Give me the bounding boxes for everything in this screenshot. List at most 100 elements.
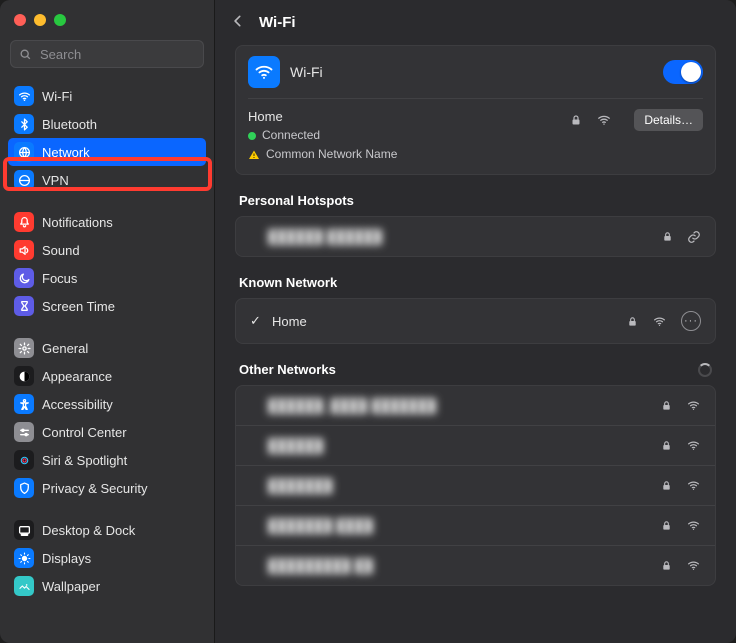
wifi-toggle[interactable] — [663, 60, 703, 84]
main-pane: Wi-Fi Wi-Fi Home — [215, 0, 736, 643]
sidebar-item-network[interactable]: Network — [8, 138, 206, 166]
display-icon — [14, 548, 34, 568]
lock-icon — [661, 479, 672, 492]
other-network-row[interactable]: ██████_████-███████ — [236, 386, 715, 425]
gear-icon — [14, 338, 34, 358]
personal-hotspots-panel: ██████ ██████ — [235, 216, 716, 257]
hotspot-link-icon — [687, 230, 701, 244]
sidebar-item-accessibility[interactable]: Accessibility — [8, 390, 206, 418]
main-header: Wi-Fi — [215, 0, 736, 39]
other-network-row[interactable]: ██████ — [236, 425, 715, 465]
sidebar-item-wallpaper[interactable]: Wallpaper — [8, 572, 206, 600]
sidebar-item-general[interactable]: General — [8, 334, 206, 362]
lock-icon — [661, 519, 672, 532]
page-title: Wi-Fi — [259, 14, 296, 31]
sidebar-item-label: Control Center — [42, 425, 127, 440]
sidebar-item-screen-time[interactable]: Screen Time — [8, 292, 206, 320]
sidebar-item-label: Notifications — [42, 215, 113, 230]
minimize-window-button[interactable] — [34, 14, 46, 26]
hand-icon — [14, 478, 34, 498]
close-window-button[interactable] — [14, 14, 26, 26]
sidebar-item-desktop-dock[interactable]: Desktop & Dock — [8, 516, 206, 544]
status-dot-icon — [248, 132, 256, 140]
network-name: ███████ ████ — [250, 518, 651, 533]
sidebar-item-appearance[interactable]: Appearance — [8, 362, 206, 390]
appear-icon — [14, 366, 34, 386]
content-scroll[interactable]: Wi-Fi Home Connected — [215, 39, 736, 643]
bt-icon — [14, 114, 34, 134]
globe-icon — [14, 142, 34, 162]
more-options-button[interactable]: ··· — [681, 311, 701, 331]
checkmark-icon: ✓ — [250, 313, 262, 329]
sidebar-item-siri-spotlight[interactable]: Siri & Spotlight — [8, 446, 206, 474]
wifi-signal-icon — [596, 113, 612, 127]
siri-icon — [14, 450, 34, 470]
known-network-row[interactable]: ✓ Home ··· — [236, 299, 715, 343]
network-name: Home — [272, 314, 617, 329]
sidebar-item-label: VPN — [42, 173, 69, 188]
window-controls — [0, 10, 214, 40]
loading-spinner-icon — [698, 363, 712, 377]
access-icon — [14, 394, 34, 414]
lock-icon — [627, 315, 638, 328]
sidebar-item-displays[interactable]: Displays — [8, 544, 206, 572]
connection-status: Connected — [248, 126, 570, 145]
search-icon — [19, 48, 32, 61]
sidebar-item-privacy-security[interactable]: Privacy & Security — [8, 474, 206, 502]
sidebar-item-label: Network — [42, 145, 90, 160]
sidebar-item-wi-fi[interactable]: Wi-Fi — [8, 82, 206, 110]
wifi-signal-icon — [686, 519, 701, 532]
details-button[interactable]: Details… — [634, 109, 703, 131]
sidebar-item-label: Siri & Spotlight — [42, 453, 127, 468]
cc-icon — [14, 422, 34, 442]
sidebar-item-sound[interactable]: Sound — [8, 236, 206, 264]
wifi-signal-icon — [686, 399, 701, 412]
sidebar-item-label: Bluetooth — [42, 117, 97, 132]
sidebar-item-control-center[interactable]: Control Center — [8, 418, 206, 446]
other-network-row[interactable]: █████████ ██ — [236, 545, 715, 585]
lock-icon — [661, 399, 672, 412]
network-name: ██████_████-███████ — [250, 398, 651, 413]
sidebar-list: Wi-Fi Bluetooth Network VPN Notifications Sou… — [0, 78, 214, 643]
wifi-icon — [14, 86, 34, 106]
bell-icon — [14, 212, 34, 232]
sidebar-item-label: Privacy & Security — [42, 481, 147, 496]
network-warning: Common Network Name — [248, 145, 570, 164]
lock-icon — [661, 439, 672, 452]
network-name: ███████ — [250, 478, 651, 493]
known-networks-panel: ✓ Home ··· — [235, 298, 716, 344]
sidebar-item-notifications[interactable]: Notifications — [8, 208, 206, 236]
wifi-signal-icon — [686, 439, 701, 452]
sidebar-item-focus[interactable]: Focus — [8, 264, 206, 292]
hotspot-row[interactable]: ██████ ██████ — [236, 217, 715, 256]
sound-icon — [14, 240, 34, 260]
sidebar-item-vpn[interactable]: VPN — [8, 166, 206, 194]
network-name: █████████ ██ — [250, 558, 651, 573]
other-network-row[interactable]: ███████ — [236, 465, 715, 505]
other-networks-panel: ██████_████-███████████████████████████ … — [235, 385, 716, 586]
sidebar-search[interactable] — [10, 40, 204, 68]
wifi-title: Wi-Fi — [290, 64, 663, 80]
sidebar-item-label: General — [42, 341, 88, 356]
hour-icon — [14, 296, 34, 316]
warning-icon — [248, 149, 260, 161]
sidebar: Wi-Fi Bluetooth Network VPN Notifications Sou… — [0, 0, 215, 643]
lock-icon — [570, 113, 582, 127]
other-networks-heading: Other Networks — [239, 362, 336, 377]
moon-icon — [14, 268, 34, 288]
sidebar-item-bluetooth[interactable]: Bluetooth — [8, 110, 206, 138]
sidebar-item-label: Appearance — [42, 369, 112, 384]
sidebar-item-label: Accessibility — [42, 397, 113, 412]
sidebar-item-label: Desktop & Dock — [42, 523, 135, 538]
dock-icon — [14, 520, 34, 540]
wifi-icon — [248, 56, 280, 88]
search-input[interactable] — [38, 46, 195, 63]
zoom-window-button[interactable] — [54, 14, 66, 26]
other-network-row[interactable]: ███████ ████ — [236, 505, 715, 545]
lock-icon — [661, 559, 672, 572]
network-name: ██████ — [250, 438, 651, 453]
back-button[interactable] — [231, 14, 245, 31]
current-network-name: Home — [248, 109, 570, 124]
wifi-signal-icon — [652, 315, 667, 328]
vpn-icon — [14, 170, 34, 190]
